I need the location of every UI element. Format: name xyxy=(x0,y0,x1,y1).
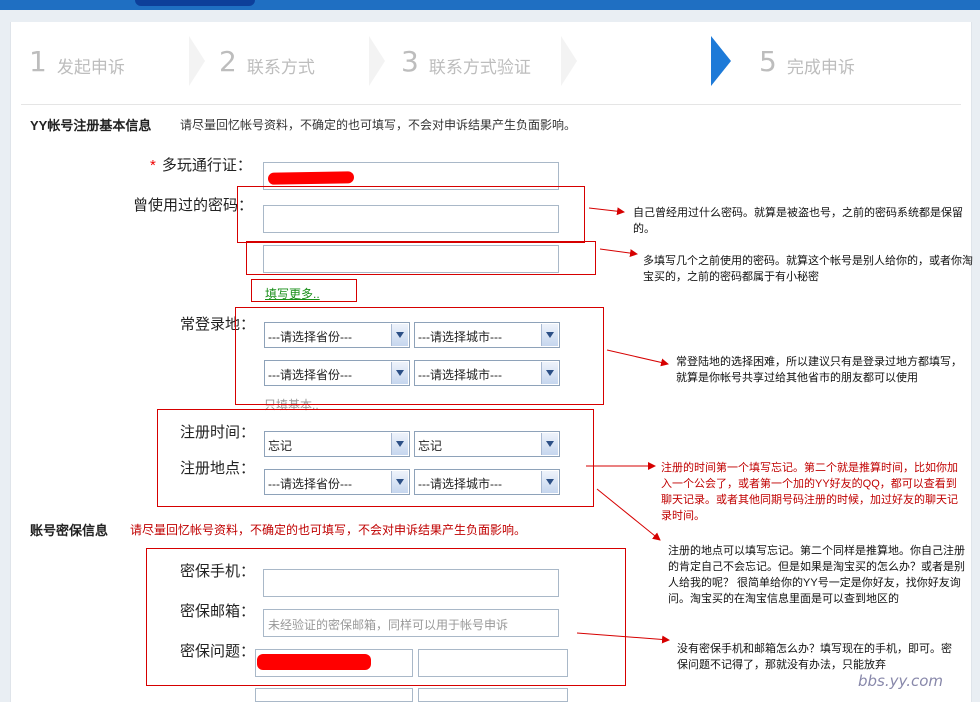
watermark-text: bbs.yy.com xyxy=(858,672,944,690)
annotation-arrows xyxy=(576,207,670,644)
